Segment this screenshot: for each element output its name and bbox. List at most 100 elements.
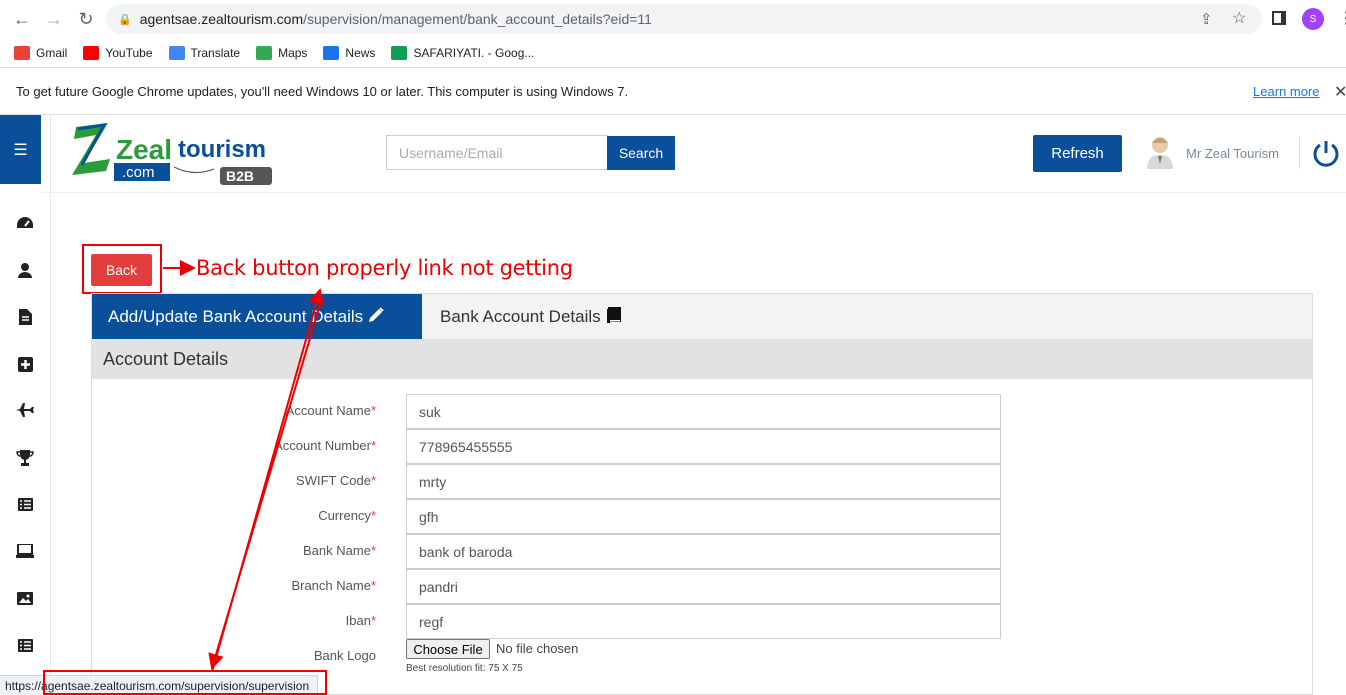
file-status: No file chosen	[496, 641, 579, 656]
tab-bank-details-label: Bank Account Details	[440, 307, 601, 326]
list-icon[interactable]	[15, 494, 35, 514]
required-mark: *	[370, 473, 376, 488]
section-title: Account Details	[92, 339, 1312, 379]
pencil-icon	[368, 306, 384, 328]
plane-icon[interactable]	[15, 400, 35, 420]
bookmark-label: Gmail	[36, 45, 68, 60]
field-label: SWIFT Code*	[296, 473, 376, 488]
bookmark-item[interactable]: YouTube	[83, 45, 153, 60]
infobar-message: To get future Google Chrome updates, you…	[16, 84, 629, 99]
form-row: Branch Name* pandri	[92, 569, 1092, 604]
field-label: Currency*	[318, 508, 376, 523]
user-name[interactable]: Mr Zeal Tourism	[1186, 146, 1279, 161]
bookmark-item[interactable]: SAFARIYATI. - Goog...	[391, 45, 535, 60]
update-infobar: To get future Google Chrome updates, you…	[0, 69, 1346, 115]
text-field[interactable]: regf	[406, 604, 1001, 639]
tab-bank-details[interactable]: Bank Account Details	[440, 294, 621, 340]
field-label: Account Number*	[274, 438, 376, 453]
required-mark: *	[370, 613, 376, 628]
reload-icon[interactable]: ↻	[72, 5, 100, 33]
power-icon[interactable]	[1311, 138, 1341, 168]
required-mark: *	[370, 438, 376, 453]
bookmark-item[interactable]: News	[323, 45, 376, 60]
bookmark-label: Translate	[190, 45, 241, 60]
browser-toolbar: ← → ↻ 🔒 agentsae.zealtourism.com/supervi…	[0, 0, 1346, 38]
app-header: Zeal tourism .com B2B Username/Email Sea…	[41, 115, 1346, 193]
field-label-text: Currency	[318, 508, 371, 523]
field-label: Iban*	[346, 613, 376, 628]
svg-text:.com: .com	[122, 164, 155, 181]
tab-add-update-label: Add/Update Bank Account Details	[108, 307, 364, 326]
image-icon[interactable]	[15, 588, 35, 608]
text-field[interactable]: suk	[406, 394, 1001, 429]
dashboard-icon[interactable]	[15, 213, 35, 233]
profile-avatar[interactable]: S	[1302, 8, 1324, 30]
avatar[interactable]	[1146, 135, 1174, 169]
user-icon[interactable]	[15, 260, 35, 280]
text-field[interactable]: pandri	[406, 569, 1001, 604]
plus-square-icon[interactable]	[15, 354, 35, 374]
list-alt-icon[interactable]	[15, 635, 35, 655]
bookmark-icon	[323, 45, 340, 60]
required-mark: *	[370, 403, 376, 418]
annotation-text: Back button properly link not getting	[196, 256, 573, 280]
hamburger-menu-icon[interactable]: ☰	[0, 115, 41, 184]
text-field[interactable]: mrty	[406, 464, 1001, 499]
bookmark-label: YouTube	[105, 45, 153, 60]
form-row: Account Name* suk	[92, 394, 1092, 429]
sidebar: ☰	[0, 115, 51, 695]
trophy-icon[interactable]	[15, 447, 35, 467]
annotation-box-back	[82, 244, 162, 294]
text-field[interactable]: gfh	[406, 499, 1001, 534]
url-path: /supervision/management/bank_account_det…	[303, 11, 652, 27]
search-button[interactable]: Search	[607, 136, 675, 170]
refresh-button[interactable]: Refresh	[1033, 135, 1122, 172]
laptop-icon[interactable]	[15, 541, 35, 561]
form-row: Currency* gfh	[92, 499, 1092, 534]
search-input[interactable]: Username/Email	[386, 135, 608, 170]
bookmark-item[interactable]: Maps	[256, 45, 307, 60]
tab-add-update[interactable]: Add/Update Bank Account Details	[92, 294, 422, 340]
svg-text:tourism: tourism	[178, 136, 266, 163]
bookmark-icon	[83, 45, 100, 60]
bookmark-label: SAFARIYATI. - Goog...	[413, 45, 535, 60]
field-label: Account Name*	[286, 403, 376, 418]
address-bar[interactable]: 🔒 agentsae.zealtourism.com/supervision/m…	[106, 4, 1262, 34]
field-label-text: SWIFT Code	[296, 473, 371, 488]
svg-text:Zeal: Zeal	[116, 134, 172, 165]
star-icon[interactable]: ☆	[1232, 8, 1246, 28]
field-label-text: Bank Name	[303, 543, 371, 558]
menu-dots-icon[interactable]: ⋮	[1338, 8, 1346, 28]
zeal-tourism-logo[interactable]: Zeal tourism .com B2B	[70, 119, 280, 187]
choose-file-button[interactable]: Choose File	[406, 639, 490, 659]
annotation-box-status	[43, 670, 327, 695]
field-label: Bank Name*	[303, 543, 376, 558]
file-hint: Best resolution fit: 75 X 75	[406, 663, 523, 674]
document-icon[interactable]	[15, 307, 35, 327]
bookmark-icon	[168, 45, 185, 60]
field-label-text: Account Number	[274, 438, 371, 453]
form-row: Bank Name* bank of baroda	[92, 534, 1092, 569]
bookmark-icon	[256, 45, 273, 60]
bookmarks-bar: Gmail YouTube Translate Maps News SAFARIYATI.…	[0, 38, 1346, 68]
text-field[interactable]: 778965455555	[406, 429, 1001, 464]
field-label: Branch Name*	[291, 578, 376, 593]
account-details-panel: Account Details Account Name* suk Account …	[91, 339, 1313, 695]
bookmark-item[interactable]: Translate	[168, 45, 241, 60]
bank-logo-label: Bank Logo	[313, 648, 376, 663]
bookmark-item[interactable]: Gmail	[14, 45, 68, 60]
bookmark-label: News	[345, 45, 376, 60]
lock-icon: 🔒	[118, 13, 132, 26]
url-host: agentsae.zealtourism.com	[139, 11, 304, 27]
side-panel-icon[interactable]	[1272, 11, 1286, 25]
share-icon[interactable]: ⇪	[1200, 10, 1213, 28]
learn-more-link[interactable]: Learn more	[1253, 84, 1319, 99]
text-field[interactable]: bank of baroda	[406, 534, 1001, 569]
svg-text:B2B: B2B	[226, 168, 254, 184]
book-icon	[606, 306, 621, 328]
close-icon[interactable]: ✕	[1334, 82, 1346, 102]
back-arrow-icon[interactable]: ←	[8, 5, 36, 33]
bank-logo-row: Bank Logo	[92, 639, 1092, 674]
tab-bar: Add/Update Bank Account Details Bank Acc…	[91, 293, 1313, 340]
forward-arrow-icon[interactable]: →	[40, 5, 68, 33]
